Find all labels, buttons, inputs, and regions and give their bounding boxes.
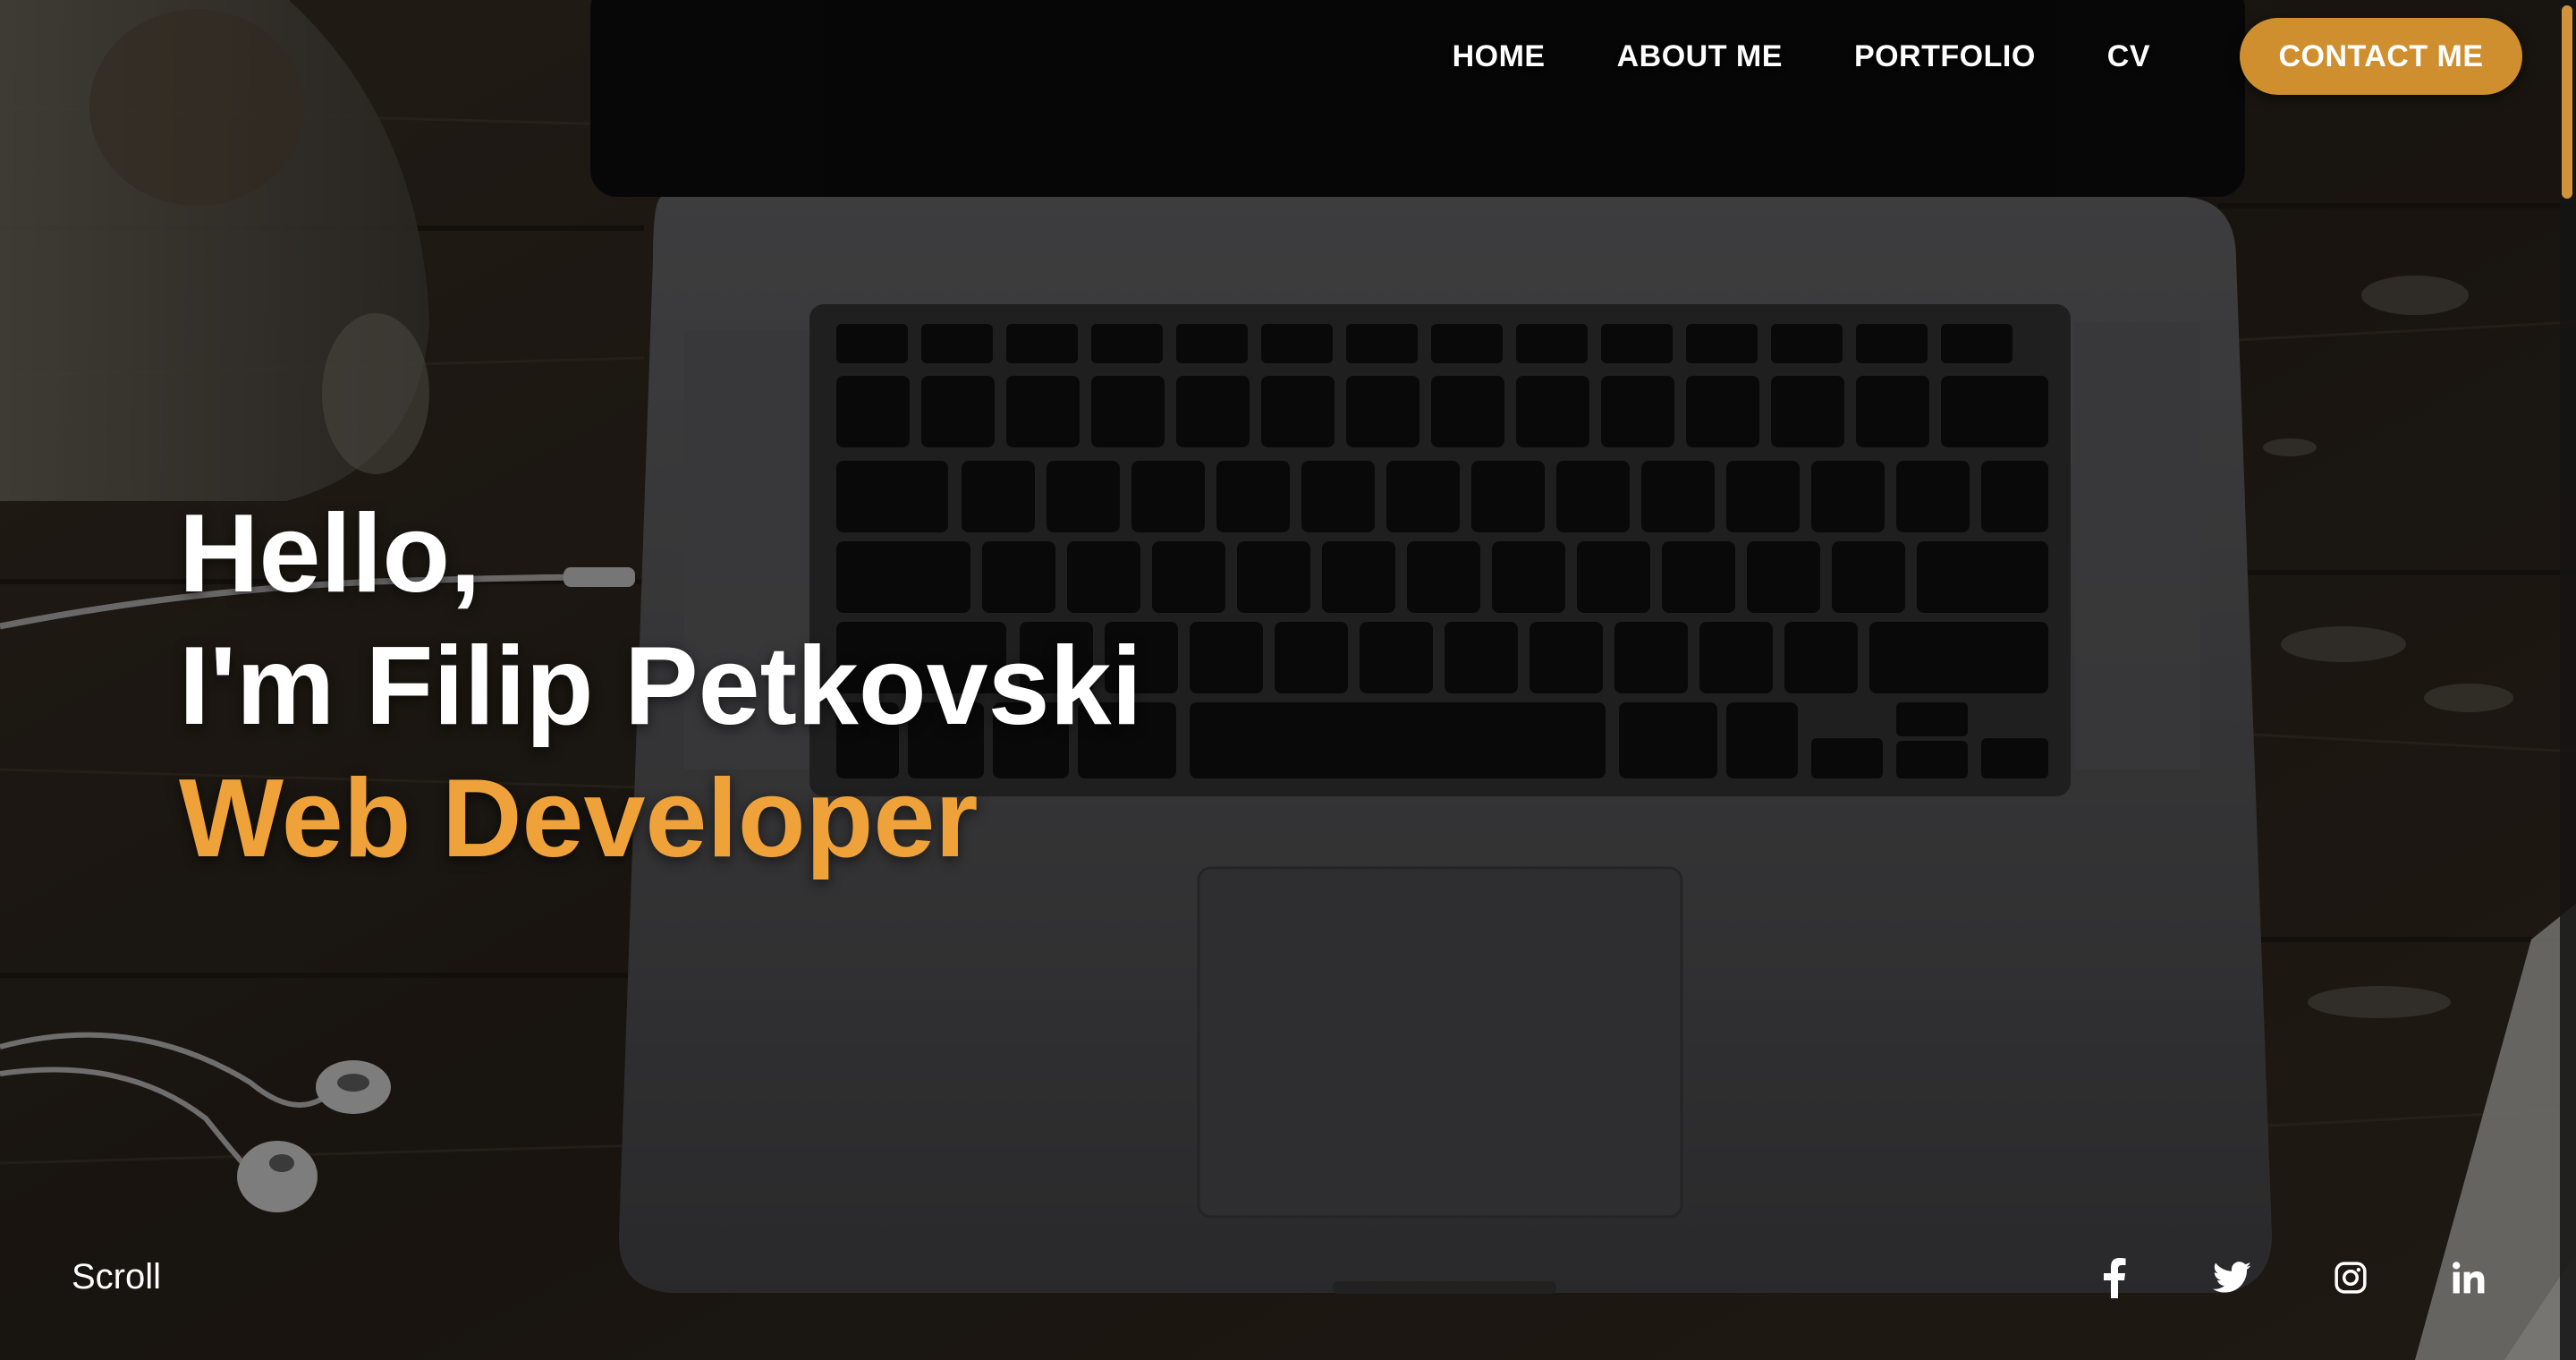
scrollbar-thumb[interactable] [2562, 5, 2572, 199]
facebook-link[interactable] [2091, 1254, 2138, 1301]
linkedin-icon [2453, 1262, 2485, 1294]
facebook-icon [2104, 1258, 2126, 1298]
social-links [2091, 1254, 2492, 1301]
hero-role: Web Developer [179, 757, 979, 880]
page: HOME ABOUT ME PORTFOLIO CV CONTACT ME He… [0, 0, 2576, 1360]
nav-link-portfolio[interactable]: PORTFOLIO [1854, 39, 2036, 74]
scrollbar[interactable] [2560, 0, 2576, 1360]
nav-link-home[interactable]: HOME [1453, 39, 1546, 74]
instagram-icon [2334, 1262, 2367, 1294]
linkedin-link[interactable] [2445, 1254, 2492, 1301]
nav-link-about-me[interactable]: ABOUT ME [1617, 39, 1783, 74]
hero-heading: Hello, I'm Filip Petkovski Web Developer [179, 488, 1142, 885]
main-nav: HOME ABOUT ME PORTFOLIO CV CONTACT ME [1453, 18, 2522, 95]
contact-me-button[interactable]: CONTACT ME [2240, 18, 2522, 95]
hero-name: I'm Filip Petkovski [179, 625, 1142, 748]
hero-greeting: Hello, [179, 492, 481, 616]
scroll-indicator[interactable]: Scroll [72, 1257, 161, 1297]
twitter-link[interactable] [2209, 1254, 2256, 1301]
twitter-icon [2213, 1262, 2251, 1293]
nav-link-cv[interactable]: CV [2107, 39, 2150, 74]
instagram-link[interactable] [2327, 1254, 2374, 1301]
